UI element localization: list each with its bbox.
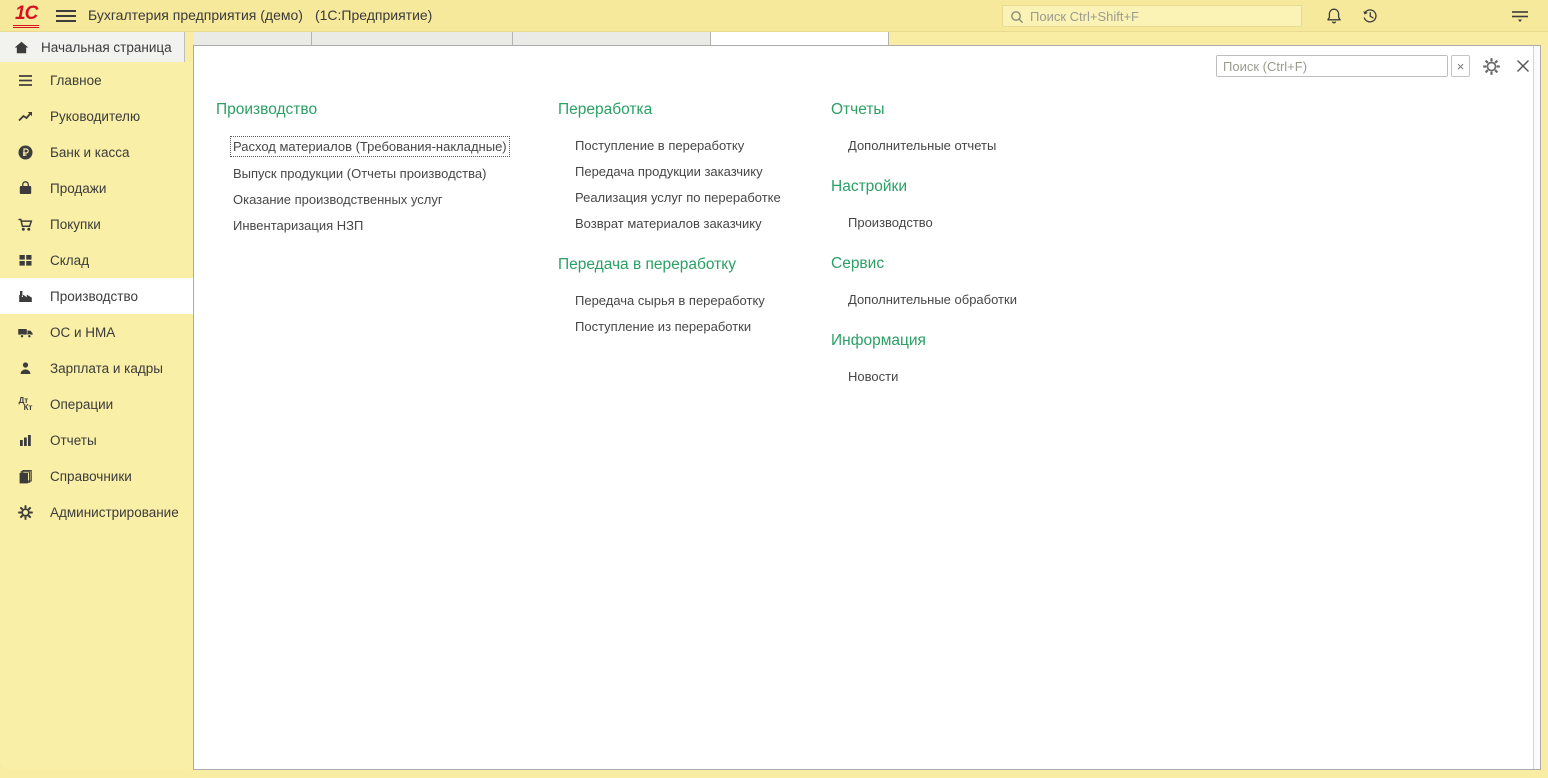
close-icon[interactable] [1514,57,1532,75]
link-peredacha-syrya[interactable]: Передача сырья в переработку [575,291,843,310]
ruble-coin-icon [17,144,34,161]
sidebar-item-sklad[interactable]: Склад [0,242,193,278]
link-peredacha-produkcii[interactable]: Передача продукции заказчику [575,162,843,181]
cart-icon [17,216,34,233]
bell-icon[interactable] [1324,6,1344,26]
section: Передача в переработку Передача сырья в … [558,255,843,336]
gear-icon [17,504,34,521]
factory-icon [17,288,34,305]
section-title: Отчеты [831,101,885,118]
tab-stub[interactable] [311,32,512,45]
sidebar-item-pokupki[interactable]: Покупки [0,206,193,242]
link-vozvrat-materialov[interactable]: Возврат материалов заказчику [575,214,843,233]
tab-home-page[interactable]: Начальная страница [0,32,185,62]
section: Переработка Поступление в переработку Пе… [558,100,843,233]
panel-search [1216,55,1448,77]
sidebar-item-spravochniki[interactable]: Справочники [0,458,193,494]
section-title: Производство [216,101,318,118]
grid-icon [17,252,34,269]
vertical-scrollbar[interactable] [1533,46,1540,769]
books-icon [17,468,34,485]
sidebar-item-administrirovanie[interactable]: Администрирование [0,494,193,530]
link-vypusk-produkcii[interactable]: Выпуск продукции (Отчеты производства) [233,164,551,183]
section: Настройки Производство [831,177,1131,232]
bar-chart-icon [17,432,34,449]
app-title: Бухгалтерия предприятия (демо) [88,7,303,23]
person-icon [17,360,34,377]
column-pererabotka: Переработка Поступление в переработку Пе… [558,100,843,358]
platform-title: (1С:Предприятие) [314,7,433,23]
panel-search-input[interactable] [1217,56,1447,76]
sidebar-item-os-i-nma[interactable]: ОС и НМА [0,314,193,350]
service-menu-icon[interactable] [1508,6,1528,26]
sidebar-item-glavnoe[interactable]: Главное [0,62,193,98]
function-panel: × Производство Расход материалов (Требов… [193,45,1541,770]
tab-stub[interactable] [512,32,710,45]
link-postuplenie-iz-pererabotki[interactable]: Поступление из переработки [575,317,843,336]
link-okazanie-uslug[interactable]: Оказание производственных услуг [233,190,551,209]
column-otchety-servis: Отчеты Дополнительные отчеты Настройки П… [831,100,1131,408]
link-novosti[interactable]: Новости [848,367,1131,386]
trending-up-icon [17,108,34,125]
global-search-input[interactable] [1003,6,1301,26]
link-rashod-materialov[interactable]: Расход материалов (Требования-накладные) [230,136,551,157]
sidebar-item-bank-i-kassa[interactable]: Банк и касса [0,134,193,170]
section: Сервис Дополнительные обработки [831,254,1131,309]
section: Отчеты Дополнительные отчеты [831,100,1131,155]
1c-logo: 1С [13,3,40,28]
link-dopolnitelnye-obrabotki[interactable]: Дополнительные обработки [848,290,1131,309]
settings-gear-button[interactable] [1482,57,1501,76]
link-realizaciya-uslug[interactable]: Реализация услуг по переработке [575,188,843,207]
section-title: Передача в переработку [558,256,736,273]
main-menu-icon[interactable] [56,8,78,24]
sidebar-item-operacii[interactable]: Дт Кт Операции [0,386,193,422]
clear-search-button[interactable]: × [1451,55,1470,77]
search-icon [1009,9,1025,25]
home-tab-label: Начальная страница [41,39,172,55]
window-title: Бухгалтерия предприятия (демо) (1С:Предпр… [88,7,432,23]
column-proizvodstvo: Производство Расход материалов (Требован… [216,100,551,257]
sidebar-item-zarplata-i-kadry[interactable]: Зарплата и кадры [0,350,193,386]
history-icon[interactable] [1360,6,1380,26]
list-icon [17,72,34,89]
home-icon [13,39,30,56]
link-nastroyki-proizvodstvo[interactable]: Производство [848,213,1131,232]
sidebar-item-otchety[interactable]: Отчеты [0,422,193,458]
sidebar-item-proizvodstvo[interactable]: Производство [0,278,193,314]
tab-stub-active[interactable] [710,32,889,45]
sections-sidebar: Главное Руководителю Банк и касса Продаж… [0,62,193,770]
tab-stub[interactable] [193,32,311,45]
section-title: Переработка [558,101,653,118]
debit-credit-icon: Дт Кт [18,396,33,412]
sidebar-item-prodazhi[interactable]: Продажи [0,170,193,206]
link-postuplenie-v-pererabotku[interactable]: Поступление в переработку [575,136,843,155]
top-bar: 1С Бухгалтерия предприятия (демо) (1С:Пре… [0,0,1548,32]
section-title: Сервис [831,255,885,272]
link-inventarizaciya-nzp[interactable]: Инвентаризация НЗП [233,216,551,235]
global-search [1002,5,1302,27]
link-dopolnitelnye-otchety[interactable]: Дополнительные отчеты [848,136,1131,155]
section-title: Информация [831,332,926,349]
sidebar-item-rukovoditelyu[interactable]: Руководителю [0,98,193,134]
section-title: Настройки [831,178,908,195]
section: Производство Расход материалов (Требован… [216,100,551,235]
section: Информация Новости [831,331,1131,386]
truck-icon [17,324,34,341]
bag-icon [17,180,34,197]
